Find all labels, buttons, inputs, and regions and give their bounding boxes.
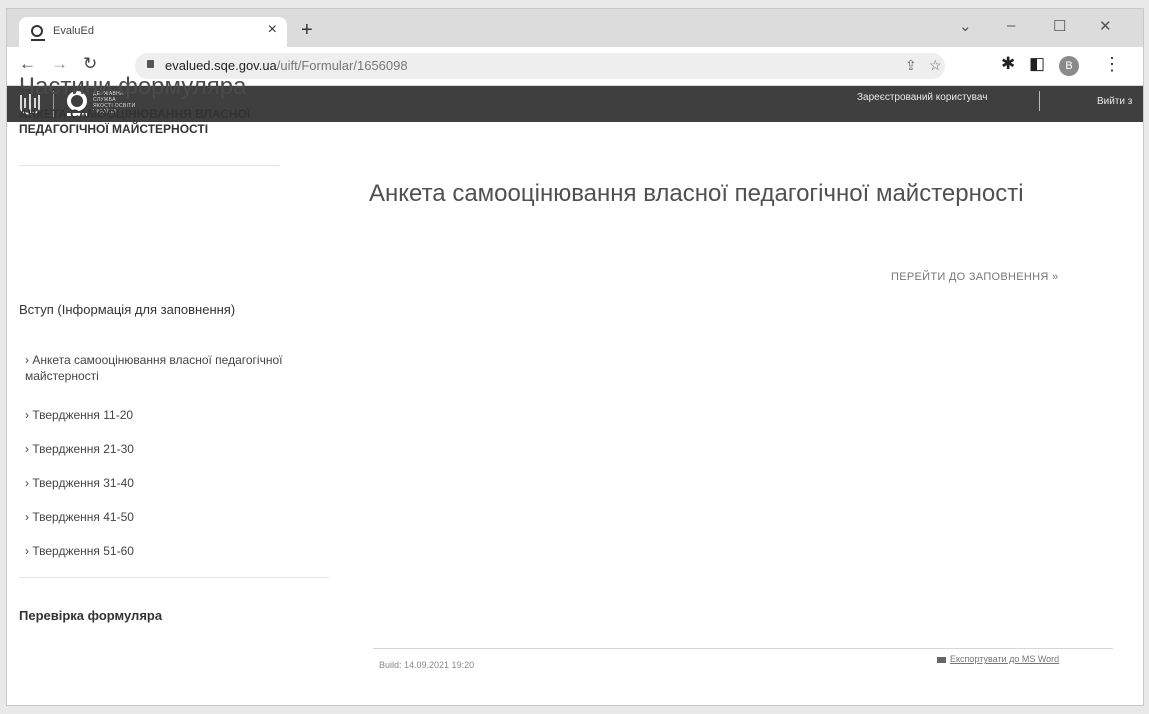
reload-icon[interactable]: ↻ — [83, 55, 97, 73]
sidebar-item-self-assessment[interactable]: › Анкета самооцінювання власної педагогі… — [25, 352, 305, 384]
sidebar-item-statements-51-60[interactable]: › Твердження 51-60 — [25, 543, 305, 559]
registered-user-label: Зареєстрований користувач — [857, 92, 988, 103]
evalued-favicon-icon — [31, 25, 45, 41]
profile-avatar[interactable]: B — [1059, 56, 1079, 76]
sidebar-divider — [19, 165, 279, 166]
sidebar-item-statements-11-20[interactable]: › Твердження 11-20 — [25, 407, 305, 423]
share-icon[interactable]: ⇪ — [905, 57, 917, 74]
tab-title: EvaluEd — [53, 25, 94, 37]
url-path: /uift/Formular/1656098 — [276, 58, 408, 73]
url-host: evalued.sqe.gov.ua — [165, 58, 277, 73]
sidebar-item-statements-41-50[interactable]: › Твердження 41-50 — [25, 509, 305, 525]
minimize-button[interactable]: – — [1007, 17, 1015, 34]
browser-window: EvaluEd × + ⌄ – ☐ ✕ ← → ↻ evalued.sqe.go… — [6, 8, 1144, 706]
tab-search-icon[interactable]: ⌄ — [959, 17, 972, 35]
goto-fill-link[interactable]: ПЕРЕЙТИ ДО ЗАПОВНЕННЯ » — [891, 271, 1058, 283]
export-word-label: Експортувати до MS Word — [950, 654, 1060, 664]
header-divider-right — [1039, 91, 1040, 111]
export-word-link[interactable]: Експортувати до MS Word — [937, 654, 1059, 664]
sidebar-item-statements-21-30[interactable]: › Твердження 21-30 — [25, 441, 305, 457]
sidebar-subtitle: АНКЕТА САМООЦІНЮВАННЯ ВЛАСНОЇ ПЕДАГОГІЧН… — [19, 107, 251, 136]
sidebar-check-link[interactable]: Перевірка формуляра — [19, 608, 162, 623]
extensions-icon[interactable]: ✱ — [1001, 55, 1015, 73]
star-icon[interactable]: ☆ — [929, 57, 942, 74]
close-window-button[interactable]: ✕ — [1099, 17, 1112, 35]
logout-link[interactable]: Вийти з — [1097, 96, 1132, 107]
folder-icon — [937, 656, 946, 663]
forward-icon[interactable]: → — [51, 55, 68, 73]
url-text: evalued.sqe.gov.ua/uift/Formular/1656098 — [165, 58, 408, 73]
tab-close-icon[interactable]: × — [268, 22, 277, 38]
page-title: Анкета самооцінювання власної педагогічн… — [369, 180, 1024, 207]
browser-tab[interactable]: EvaluEd × — [19, 17, 287, 47]
build-info: Build: 14.09.2021 19:20 — [379, 660, 475, 670]
sidebar-divider-bottom — [19, 577, 329, 578]
sidebar-item-statements-31-40[interactable]: › Твердження 31-40 — [25, 475, 305, 491]
sidebar-intro-link[interactable]: Вступ (Інформація для заповнення) — [19, 302, 235, 317]
tab-strip: EvaluEd × + ⌄ – ☐ ✕ — [7, 9, 1143, 47]
back-icon[interactable]: ← — [19, 55, 36, 73]
maximize-button[interactable]: ☐ — [1053, 17, 1066, 35]
menu-icon[interactable]: ⋮ — [1103, 54, 1121, 75]
footer-divider — [373, 648, 1113, 649]
new-tab-button[interactable]: + — [301, 20, 313, 40]
side-panel-icon[interactable]: ◧ — [1029, 55, 1045, 73]
sidebar-title: Частини формуляра — [19, 73, 247, 100]
address-bar[interactable]: evalued.sqe.gov.ua/uift/Formular/1656098… — [135, 53, 945, 79]
lock-icon[interactable] — [147, 60, 154, 68]
